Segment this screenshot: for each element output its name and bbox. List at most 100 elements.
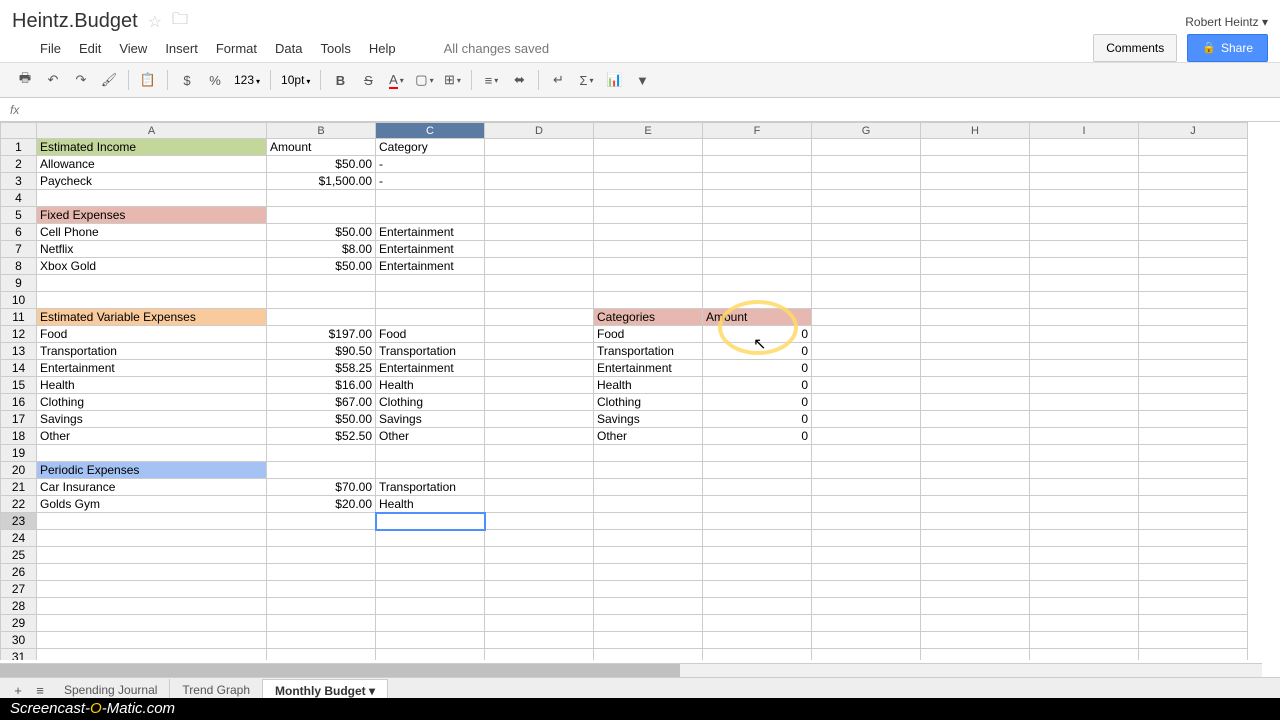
cell[interactable] (485, 445, 594, 462)
cell[interactable] (812, 564, 921, 581)
cell[interactable] (485, 309, 594, 326)
cell[interactable] (921, 190, 1030, 207)
cell[interactable] (267, 530, 376, 547)
spreadsheet-grid[interactable]: ABCDEFGHIJ1Estimated IncomeAmountCategor… (0, 122, 1248, 660)
cell[interactable] (376, 649, 485, 661)
cell[interactable] (1139, 224, 1248, 241)
cell[interactable] (594, 292, 703, 309)
cell[interactable] (594, 241, 703, 258)
cell[interactable] (1030, 479, 1139, 496)
cell[interactable] (1139, 394, 1248, 411)
cell[interactable]: Savings (376, 411, 485, 428)
cell[interactable] (812, 173, 921, 190)
cell[interactable] (812, 462, 921, 479)
cell[interactable] (485, 632, 594, 649)
cell[interactable] (267, 649, 376, 661)
cell[interactable] (703, 649, 812, 661)
cell[interactable] (37, 615, 267, 632)
cell[interactable] (921, 581, 1030, 598)
cell[interactable] (485, 258, 594, 275)
cell[interactable] (1030, 377, 1139, 394)
cell[interactable]: $50.00 (267, 156, 376, 173)
cell[interactable] (921, 292, 1030, 309)
cell[interactable] (812, 258, 921, 275)
cell[interactable] (812, 496, 921, 513)
cell[interactable] (1030, 360, 1139, 377)
cell[interactable] (594, 173, 703, 190)
cell[interactable] (921, 173, 1030, 190)
cell[interactable] (485, 598, 594, 615)
cell[interactable] (921, 462, 1030, 479)
cell[interactable] (1030, 530, 1139, 547)
cell[interactable] (1030, 564, 1139, 581)
row-header[interactable]: 22 (1, 496, 37, 513)
functions-icon[interactable]: Σ▾ (573, 67, 599, 93)
cell[interactable] (376, 564, 485, 581)
cell[interactable] (37, 632, 267, 649)
cell[interactable] (485, 377, 594, 394)
cell[interactable]: 0 (703, 377, 812, 394)
cell[interactable] (703, 292, 812, 309)
cell[interactable]: Food (37, 326, 267, 343)
cell[interactable]: $70.00 (267, 479, 376, 496)
cell[interactable]: Other (594, 428, 703, 445)
cell[interactable]: Other (376, 428, 485, 445)
cell[interactable] (812, 615, 921, 632)
cell[interactable]: $50.00 (267, 258, 376, 275)
cell[interactable] (485, 411, 594, 428)
cell[interactable] (376, 581, 485, 598)
cell[interactable]: $16.00 (267, 377, 376, 394)
cell[interactable] (485, 564, 594, 581)
cell[interactable] (812, 428, 921, 445)
cell[interactable] (703, 224, 812, 241)
cell[interactable] (594, 445, 703, 462)
cell[interactable]: Entertainment (594, 360, 703, 377)
menu-data[interactable]: Data (275, 41, 302, 56)
cell[interactable] (1030, 343, 1139, 360)
row-header[interactable]: 30 (1, 632, 37, 649)
cell[interactable] (485, 462, 594, 479)
print-icon[interactable]: 🖶 (12, 67, 38, 93)
column-header-H[interactable]: H (921, 123, 1030, 139)
cell[interactable] (812, 326, 921, 343)
cell[interactable] (921, 275, 1030, 292)
cell[interactable] (37, 530, 267, 547)
cell[interactable] (376, 445, 485, 462)
cell[interactable]: Transportation (376, 343, 485, 360)
cell[interactable]: $58.25 (267, 360, 376, 377)
cell[interactable] (1030, 173, 1139, 190)
cell[interactable] (594, 207, 703, 224)
cell[interactable] (703, 241, 812, 258)
column-header-J[interactable]: J (1139, 123, 1248, 139)
cell[interactable] (703, 275, 812, 292)
font-size-dropdown[interactable]: 10pt▾ (277, 73, 314, 87)
horizontal-scrollbar[interactable] (0, 663, 1262, 677)
num-format-dropdown[interactable]: 123▾ (230, 73, 264, 87)
filter-icon[interactable]: ▼ (629, 67, 655, 93)
cell[interactable]: Clothing (37, 394, 267, 411)
cell[interactable] (594, 547, 703, 564)
cell[interactable] (703, 445, 812, 462)
cell[interactable]: Entertainment (376, 258, 485, 275)
cell[interactable] (485, 156, 594, 173)
cell[interactable] (594, 649, 703, 661)
cell[interactable]: Entertainment (376, 224, 485, 241)
column-header-F[interactable]: F (703, 123, 812, 139)
cell[interactable] (594, 530, 703, 547)
cell[interactable] (485, 292, 594, 309)
cell[interactable] (37, 445, 267, 462)
cell[interactable]: Paycheck (37, 173, 267, 190)
cell[interactable] (485, 241, 594, 258)
cell[interactable] (267, 598, 376, 615)
cell[interactable] (812, 224, 921, 241)
select-all-corner[interactable] (1, 123, 37, 139)
cell[interactable] (267, 462, 376, 479)
cell[interactable] (267, 190, 376, 207)
cell[interactable]: Car Insurance (37, 479, 267, 496)
cell[interactable] (921, 530, 1030, 547)
cell[interactable] (37, 598, 267, 615)
cell[interactable] (376, 513, 485, 530)
paint-format-icon[interactable]: 🖌 (96, 67, 122, 93)
cell[interactable]: Savings (37, 411, 267, 428)
comments-button[interactable]: Comments (1093, 34, 1177, 62)
